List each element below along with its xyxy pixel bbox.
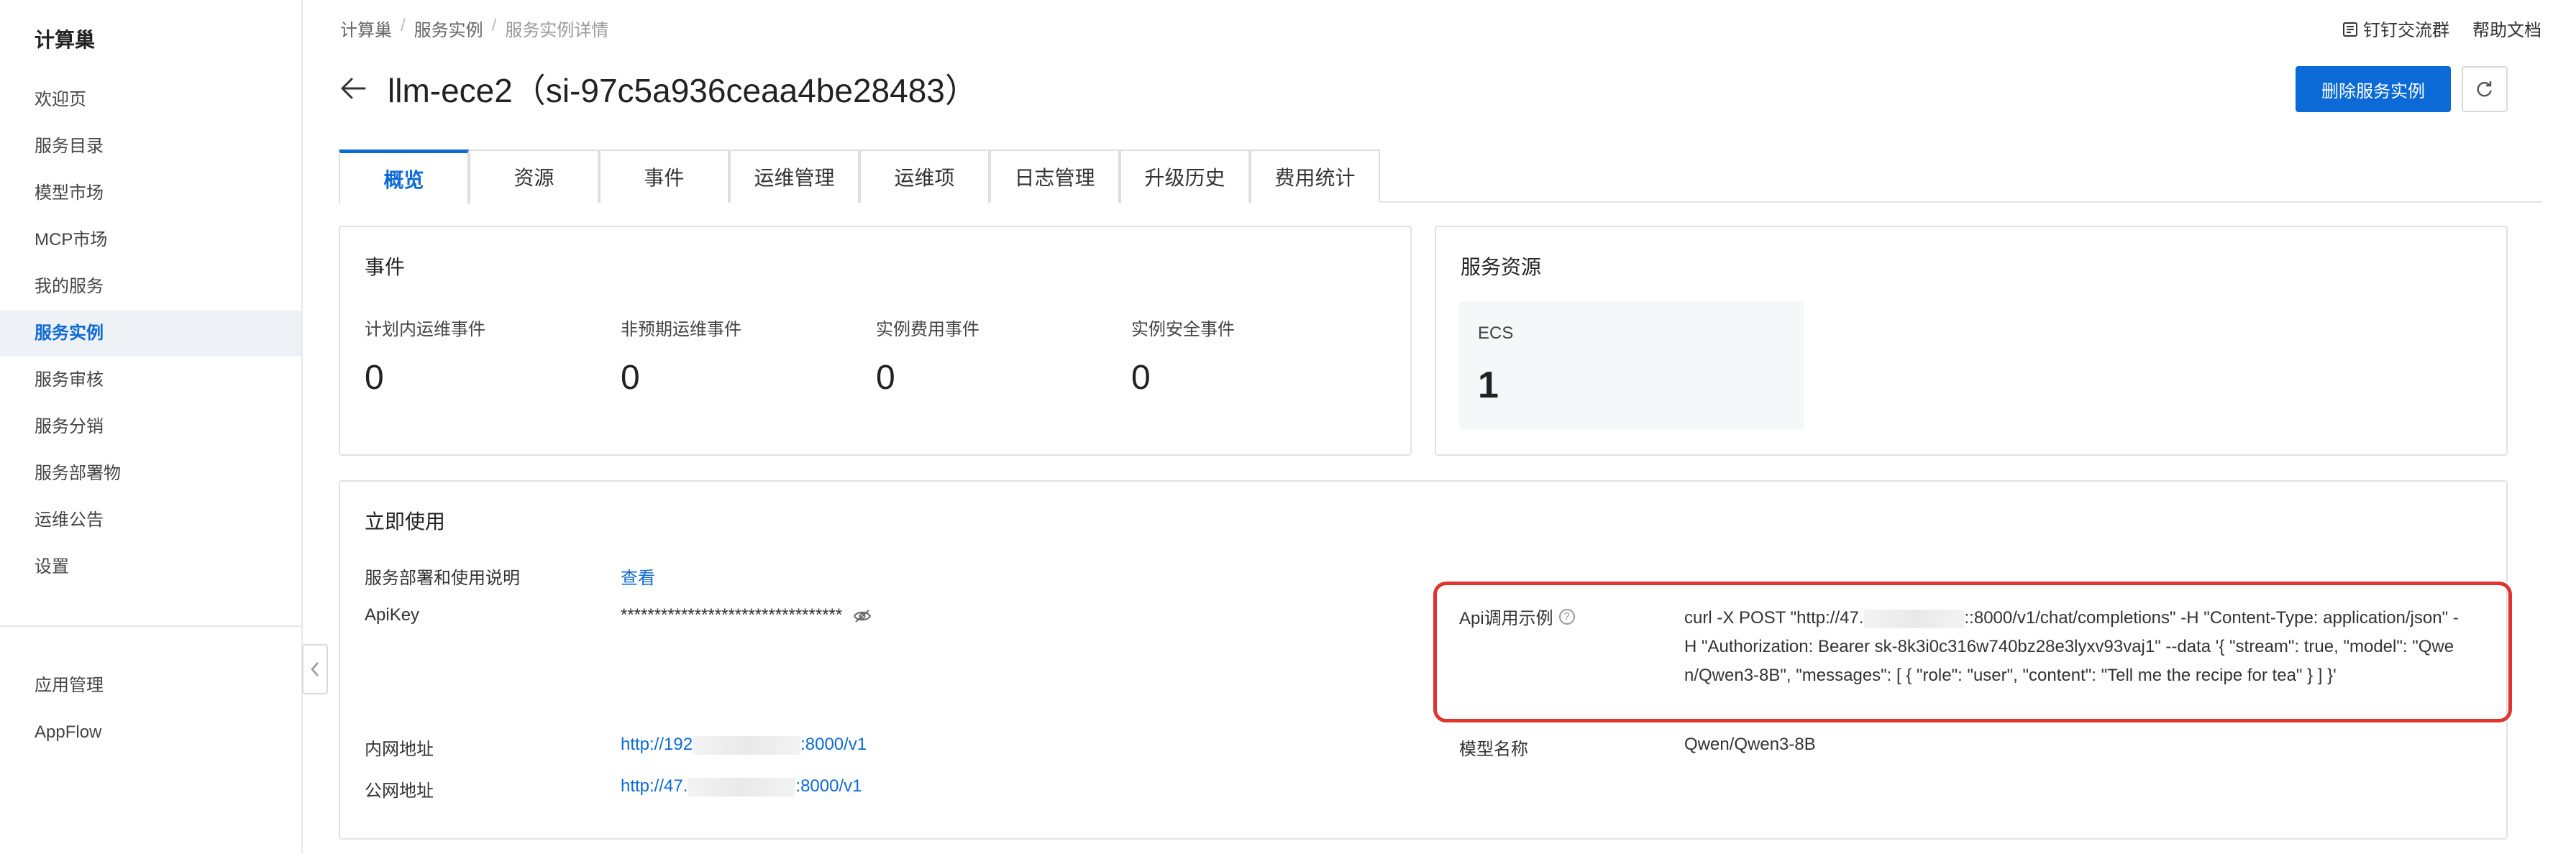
title-row: llm-ece2（si-97c5a936ceaa4be28483）: [339, 65, 978, 112]
stat-value-instance-cost: 0: [876, 359, 895, 397]
api-example-label-row: Api调用示例 ?: [1459, 604, 1575, 629]
apikey-label: ApiKey: [365, 605, 420, 625]
stat-label-instance-cost: 实例费用事件: [876, 320, 979, 339]
tab-upgrade-history[interactable]: 升级历史: [1120, 150, 1250, 203]
resources-card-title: 服务资源: [1461, 256, 1542, 278]
events-card-title: 事件: [365, 256, 406, 278]
stat-value-unexpected-ops: 0: [621, 359, 640, 397]
events-card: 事件 计划内运维事件 0 非预期运维事件 0 实例费用事件 0 实例安全事件 0: [339, 226, 1412, 456]
sidebar-divider: [0, 625, 301, 627]
stat-label-planned-ops: 计划内运维事件: [365, 320, 485, 339]
tab-overview[interactable]: 概览: [339, 150, 469, 204]
sidebar-item-service-review[interactable]: 服务审核: [0, 357, 301, 403]
tab-bar: 概览 资源 事件 运维管理 运维项 日志管理 升级历史 费用统计: [339, 150, 2542, 204]
apikey-masked-value: *********************************: [621, 605, 843, 625]
eye-off-icon[interactable]: [853, 609, 872, 623]
sidebar-item-appflow[interactable]: AppFlow: [0, 710, 301, 756]
breadcrumb-item-current: 服务实例详情: [505, 21, 609, 40]
tab-ops-items[interactable]: 运维项: [859, 150, 990, 203]
intranet-address-label: 内网地址: [365, 740, 434, 759]
sidebar: 计算巢 欢迎页 服务目录 模型市场 MCP市场 我的服务 服务实例 服务审核 服…: [0, 0, 303, 854]
public-address-prefix: http://47.: [621, 776, 688, 796]
intranet-address-suffix: :8000/v1: [800, 735, 867, 754]
tab-ops-management[interactable]: 运维管理: [729, 150, 859, 203]
breadcrumb: 计算巢 / 服务实例 / 服务实例详情: [340, 16, 608, 41]
sidebar-item-service-instances[interactable]: 服务实例: [0, 311, 301, 357]
breadcrumb-separator: /: [491, 16, 497, 35]
dingtalk-icon: [2343, 22, 2357, 37]
sidebar-item-ops-announcements[interactable]: 运维公告: [0, 497, 301, 543]
model-name-label: 模型名称: [1459, 740, 1528, 759]
tab-resources[interactable]: 资源: [469, 150, 599, 203]
brand-title: 计算巢: [35, 29, 96, 51]
back-arrow-icon[interactable]: [339, 74, 367, 103]
sidebar-item-my-services[interactable]: 我的服务: [0, 264, 301, 310]
stat-label-unexpected-ops: 非预期运维事件: [621, 320, 741, 339]
usage-card: 立即使用 服务部署和使用说明 查看 ApiKey ***************…: [339, 480, 2512, 840]
sidebar-item-deploy-artifacts[interactable]: 服务部署物: [0, 451, 301, 497]
tab-events[interactable]: 事件: [599, 150, 729, 203]
public-address-suffix: :8000/v1: [795, 776, 862, 796]
help-docs-link[interactable]: 帮助文档: [2472, 16, 2541, 41]
stat-value-planned-ops: 0: [365, 359, 384, 397]
tab-log-management[interactable]: 日志管理: [990, 150, 1120, 203]
main-content: 计算巢 / 服务实例 / 服务实例详情 钉钉交流群 帮助文档 llm-ece2（…: [304, 0, 2576, 854]
api-example-code[interactable]: curl -X POST "http://47.::8000/v1/chat/c…: [1684, 604, 2461, 690]
breadcrumb-item-home[interactable]: 计算巢: [340, 16, 392, 41]
refresh-icon: [2477, 81, 2492, 97]
resource-ecs-box[interactable]: ECS 1: [1459, 302, 1804, 430]
page-title: llm-ece2（si-97c5a936ceaa4be28483）: [388, 72, 978, 109]
resources-card: 服务资源 ECS 1: [1435, 226, 2508, 456]
breadcrumb-item-instances[interactable]: 服务实例: [414, 16, 483, 41]
sidebar-item-model-market[interactable]: 模型市场: [0, 170, 301, 216]
intranet-address-link[interactable]: http://192 :8000/v1: [621, 735, 867, 755]
dingtalk-group-link[interactable]: 钉钉交流群: [2343, 16, 2449, 41]
public-address-label: 公网地址: [365, 781, 434, 801]
sidebar-item-service-distribution[interactable]: 服务分销: [0, 404, 301, 450]
tab-cost-stats[interactable]: 费用统计: [1250, 150, 1380, 203]
dingtalk-group-label: 钉钉交流群: [2363, 21, 2449, 40]
usage-card-title: 立即使用: [365, 510, 446, 533]
sidebar-item-mcp-market[interactable]: MCP市场: [0, 217, 301, 263]
model-name-value: Qwen/Qwen3-8B: [1684, 735, 1816, 754]
sidebar-item-service-catalog[interactable]: 服务目录: [0, 124, 301, 170]
delete-instance-button[interactable]: 删除服务实例: [2296, 66, 2451, 112]
breadcrumb-separator: /: [401, 16, 406, 35]
resource-ecs-label: ECS: [1478, 323, 1514, 343]
apikey-value-row: *********************************: [621, 605, 872, 625]
api-code-prefix: curl -X POST "http://47.: [1684, 608, 1864, 628]
redacted-mask: [1863, 609, 1965, 628]
deploy-doc-label: 服务部署和使用说明: [365, 569, 520, 588]
sidebar-item-welcome[interactable]: 欢迎页: [0, 77, 301, 123]
sidebar-item-settings[interactable]: 设置: [0, 544, 301, 590]
api-example-label: Api调用示例: [1459, 609, 1553, 628]
stat-value-instance-security: 0: [1131, 359, 1151, 397]
redacted-mask: [693, 735, 801, 755]
redacted-mask: [688, 777, 796, 796]
stat-label-instance-security: 实例安全事件: [1131, 320, 1235, 339]
sidebar-item-app-management[interactable]: 应用管理: [0, 663, 301, 709]
top-links: 钉钉交流群 帮助文档: [2343, 16, 2541, 41]
intranet-address-prefix: http://192: [621, 735, 693, 754]
deploy-doc-view-link[interactable]: 查看: [621, 564, 655, 589]
refresh-button[interactable]: [2462, 66, 2508, 112]
resource-ecs-count: 1: [1478, 364, 1499, 406]
public-address-link[interactable]: http://47. :8000/v1: [621, 776, 862, 796]
app-root: 计算巢 欢迎页 服务目录 模型市场 MCP市场 我的服务 服务实例 服务审核 服…: [0, 0, 2576, 854]
question-help-icon[interactable]: ?: [1558, 608, 1575, 625]
